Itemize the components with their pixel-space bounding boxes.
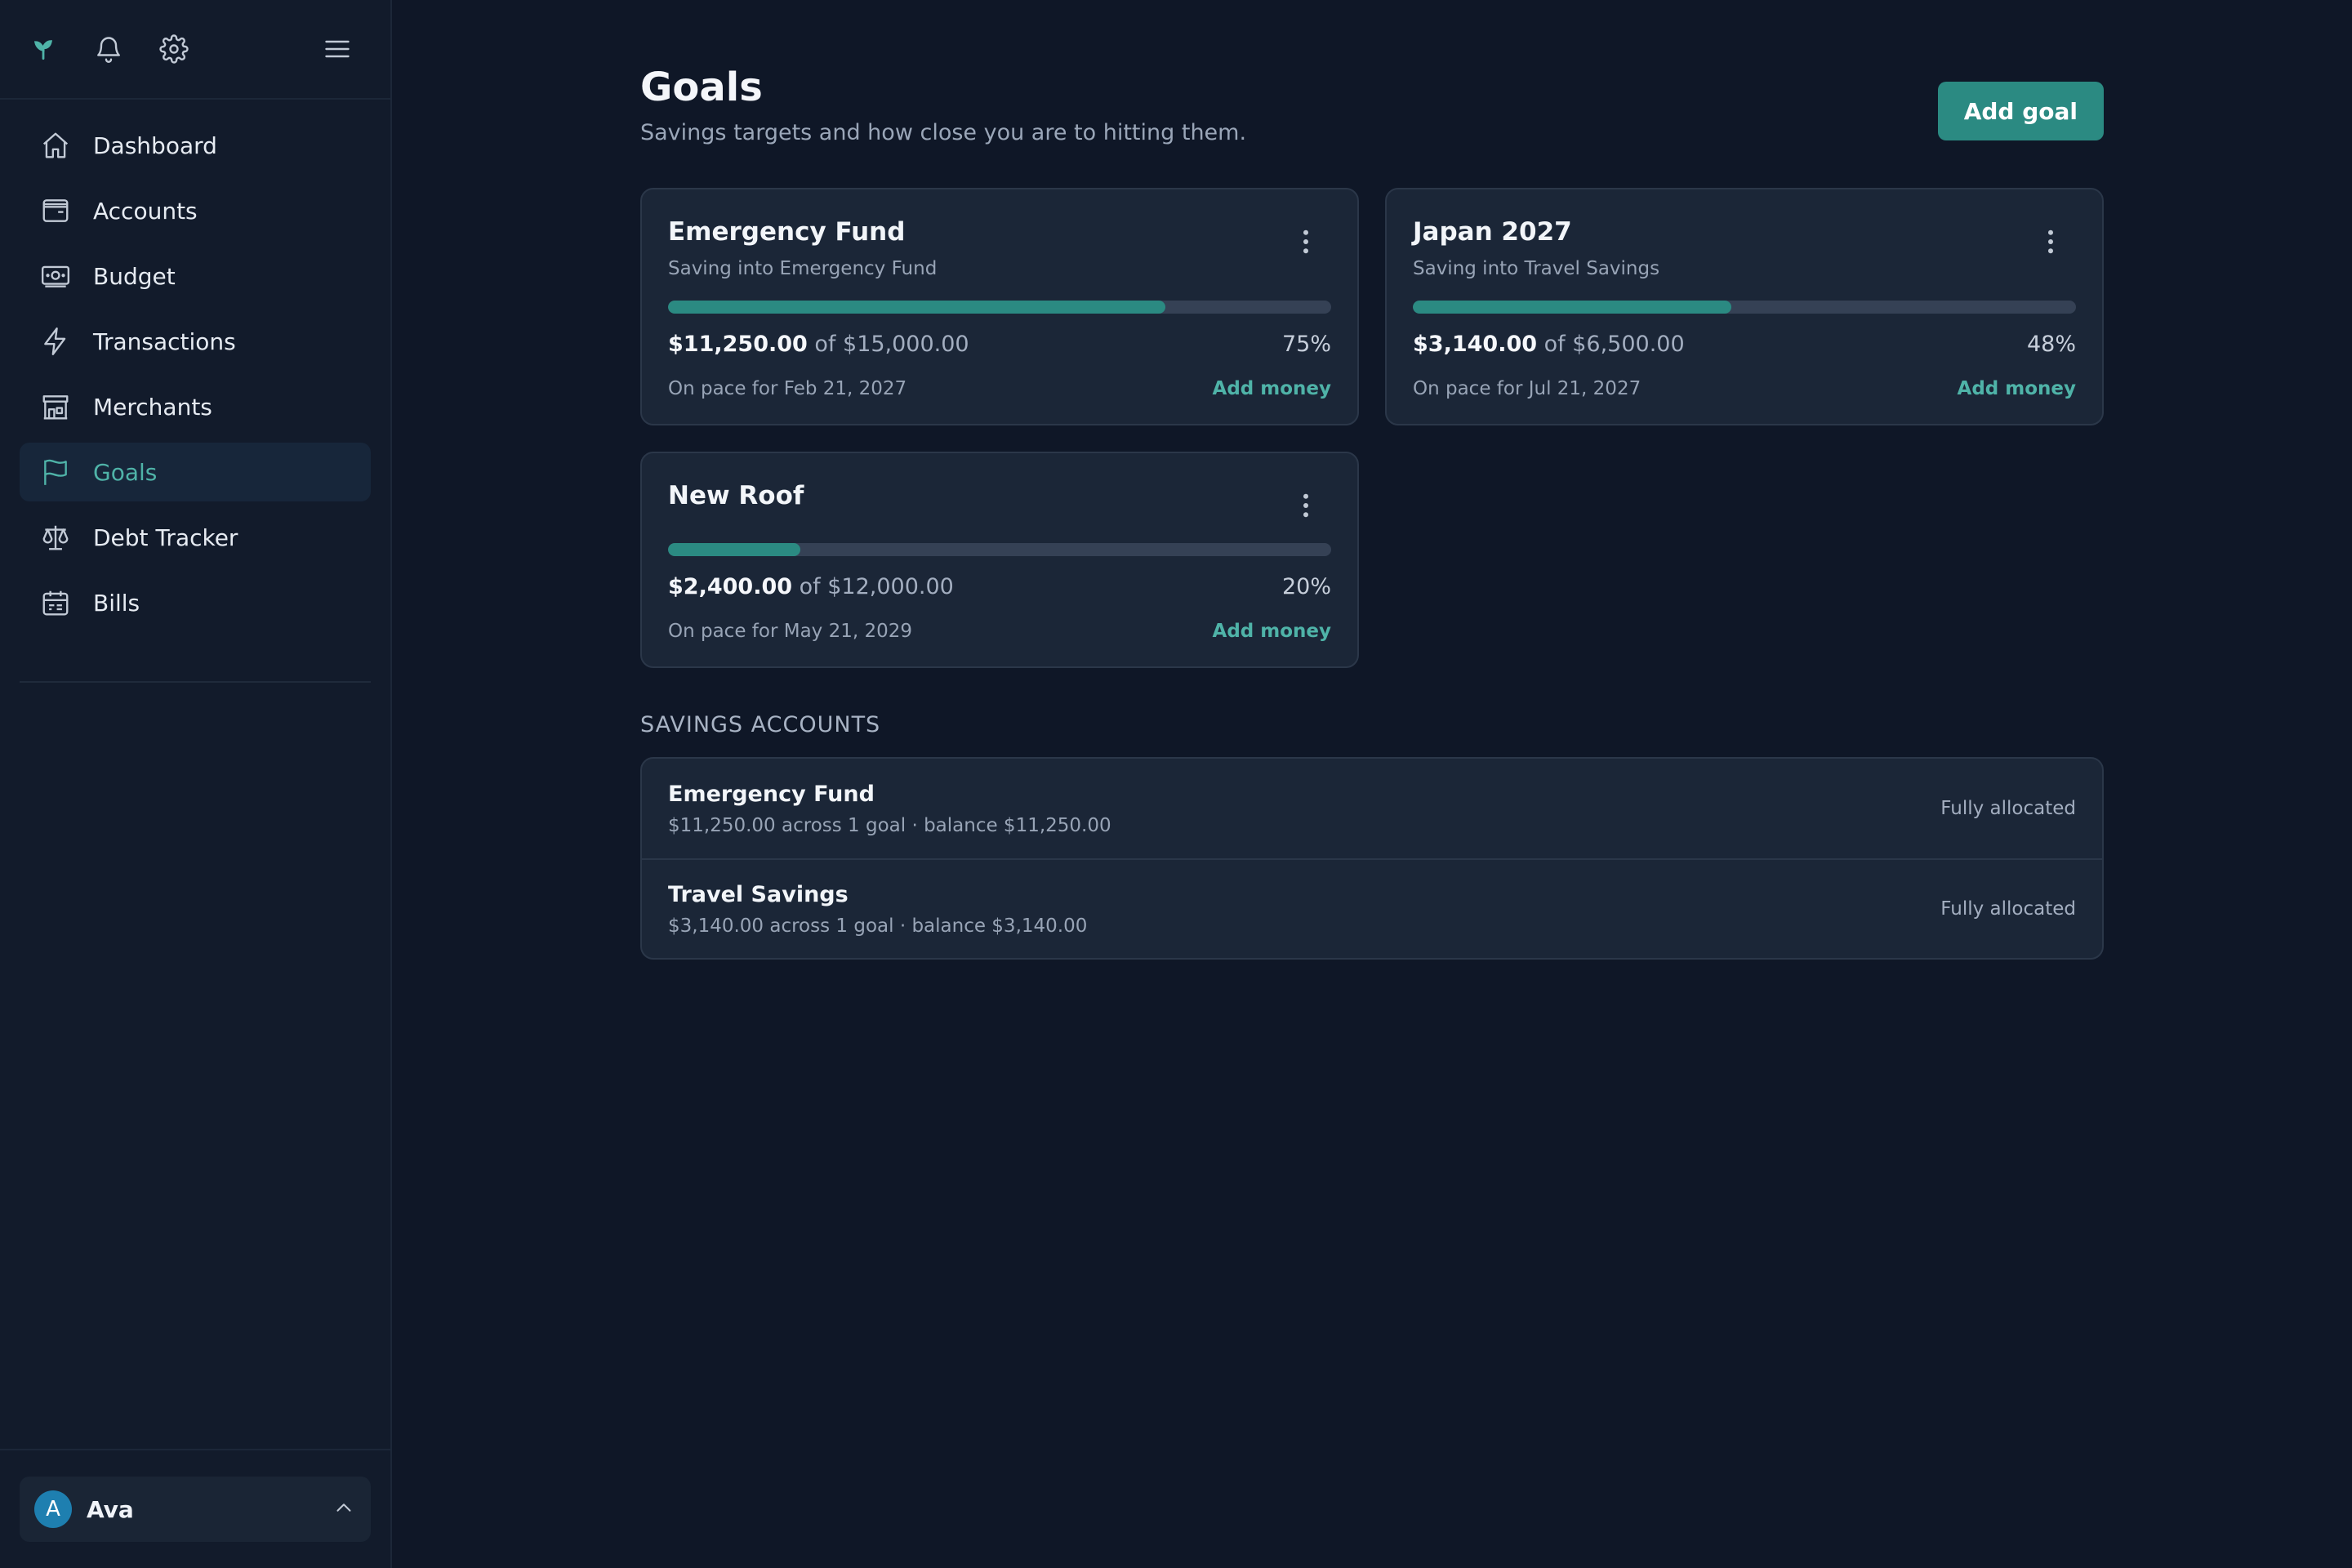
sidebar-item-accounts[interactable]: Accounts (20, 181, 371, 240)
sidebar-nav: Dashboard Accounts Budget Transactions M… (0, 100, 390, 639)
storefront-icon (39, 390, 72, 423)
target-amount: of $12,000.00 (799, 574, 954, 600)
add-money-link[interactable]: Add money (1213, 378, 1331, 399)
user-name: Ava (87, 1495, 134, 1523)
sidebar-item-label: Debt Tracker (93, 523, 238, 551)
hamburger-menu-icon[interactable] (318, 30, 356, 68)
sidebar-item-label: Transactions (93, 327, 236, 355)
sidebar-item-merchants[interactable]: Merchants (20, 377, 371, 436)
sidebar-item-label: Dashboard (93, 131, 217, 159)
allocation-status: Fully allocated (1940, 898, 2076, 920)
sidebar: Dashboard Accounts Budget Transactions M… (0, 0, 392, 1568)
sprout-logo-icon[interactable] (24, 30, 62, 68)
sidebar-item-label: Accounts (93, 197, 198, 225)
sidebar-item-transactions[interactable]: Transactions (20, 312, 371, 371)
sidebar-item-goals[interactable]: Goals (20, 443, 371, 501)
saved-amount: $11,250.00 (668, 332, 808, 358)
progress-bar (668, 301, 1331, 314)
wallet-icon (39, 194, 72, 227)
saved-amount: $3,140.00 (1413, 332, 1538, 358)
target-amount: of $6,500.00 (1544, 332, 1685, 358)
flag-icon (39, 456, 72, 488)
goal-title: New Roof (668, 481, 804, 511)
list-item[interactable]: Emergency Fund $11,250.00 across 1 goal … (642, 759, 2102, 858)
more-options-icon[interactable] (2038, 225, 2063, 258)
gear-icon[interactable] (155, 30, 193, 68)
sidebar-item-label: Goals (93, 458, 158, 486)
goals-grid: Emergency Fund Saving into Emergency Fun… (640, 188, 2104, 669)
pace-text: On pace for Jul 21, 2027 (1413, 378, 1642, 400)
progress-fill (668, 543, 801, 557)
goal-card-new-roof[interactable]: New Roof $2,400.00 of $12,000.00 20% On … (640, 452, 1359, 669)
saved-amount: $2,400.00 (668, 574, 793, 600)
sidebar-item-bills[interactable]: Bills (20, 573, 371, 632)
scale-icon (39, 521, 72, 554)
main-area: Goals Savings targets and how close you … (392, 0, 2352, 1568)
home-icon (39, 129, 72, 162)
progress-bar (668, 543, 1331, 557)
user-menu[interactable]: A Ava (20, 1477, 371, 1542)
progress-percent: 20% (1281, 574, 1331, 600)
more-options-icon[interactable] (1294, 225, 1318, 258)
sidebar-footer: A Ava (0, 1449, 390, 1568)
goal-card-emergency-fund[interactable]: Emergency Fund Saving into Emergency Fun… (640, 188, 1359, 426)
pace-text: On pace for Feb 21, 2027 (668, 378, 907, 400)
sidebar-item-dashboard[interactable]: Dashboard (20, 116, 371, 175)
progress-bar (1413, 301, 2076, 314)
goal-card-japan-2027[interactable]: Japan 2027 Saving into Travel Savings $3… (1385, 188, 2104, 426)
list-item[interactable]: Travel Savings $3,140.00 across 1 goal ·… (642, 858, 2102, 958)
add-goal-button[interactable]: Add goal (1937, 82, 2104, 140)
goal-title: Emergency Fund (668, 217, 906, 247)
bell-icon[interactable] (90, 30, 127, 68)
progress-fill (668, 301, 1165, 314)
allocation-status: Fully allocated (1940, 798, 2076, 820)
app-root: Dashboard Accounts Budget Transactions M… (0, 0, 2352, 1568)
sidebar-toolbar (0, 0, 390, 100)
add-money-link[interactable]: Add money (1213, 621, 1331, 642)
progress-fill (1413, 301, 1731, 314)
sidebar-item-debt-tracker[interactable]: Debt Tracker (20, 508, 371, 567)
lightning-icon (39, 325, 72, 358)
sidebar-item-label: Bills (93, 589, 140, 617)
goal-title: Japan 2027 (1413, 217, 1572, 247)
account-name: Emergency Fund (668, 781, 875, 807)
pace-text: On pace for May 21, 2029 (668, 621, 913, 643)
add-money-link[interactable]: Add money (1958, 378, 2076, 399)
page-subtitle: Savings targets and how close you are to… (640, 120, 1247, 146)
page-header: Goals Savings targets and how close you … (640, 65, 2104, 145)
calendar-icon (39, 586, 72, 619)
more-options-icon[interactable] (1294, 489, 1318, 522)
goal-subtitle: Saving into Emergency Fund (668, 258, 938, 280)
account-detail: $3,140.00 across 1 goal · balance $3,140… (668, 915, 1088, 937)
page-title: Goals (640, 65, 763, 110)
banknote-icon (39, 260, 72, 292)
account-detail: $11,250.00 across 1 goal · balance $11,2… (668, 814, 1111, 836)
account-name: Travel Savings (668, 881, 849, 907)
goals-page: Goals Savings targets and how close you … (640, 65, 2104, 960)
avatar: A (34, 1490, 72, 1528)
target-amount: of $15,000.00 (814, 332, 969, 358)
sidebar-item-label: Merchants (93, 393, 212, 421)
progress-percent: 48% (2026, 332, 2076, 358)
goal-subtitle: Saving into Travel Savings (1413, 258, 1660, 280)
sidebar-divider (20, 681, 371, 683)
savings-accounts-list: Emergency Fund $11,250.00 across 1 goal … (640, 757, 2104, 960)
section-heading: SAVINGS ACCOUNTS (640, 712, 881, 738)
chevron-up-icon (332, 1495, 356, 1523)
progress-percent: 75% (1281, 332, 1331, 358)
sidebar-item-label: Budget (93, 262, 176, 290)
sidebar-item-budget[interactable]: Budget (20, 247, 371, 305)
